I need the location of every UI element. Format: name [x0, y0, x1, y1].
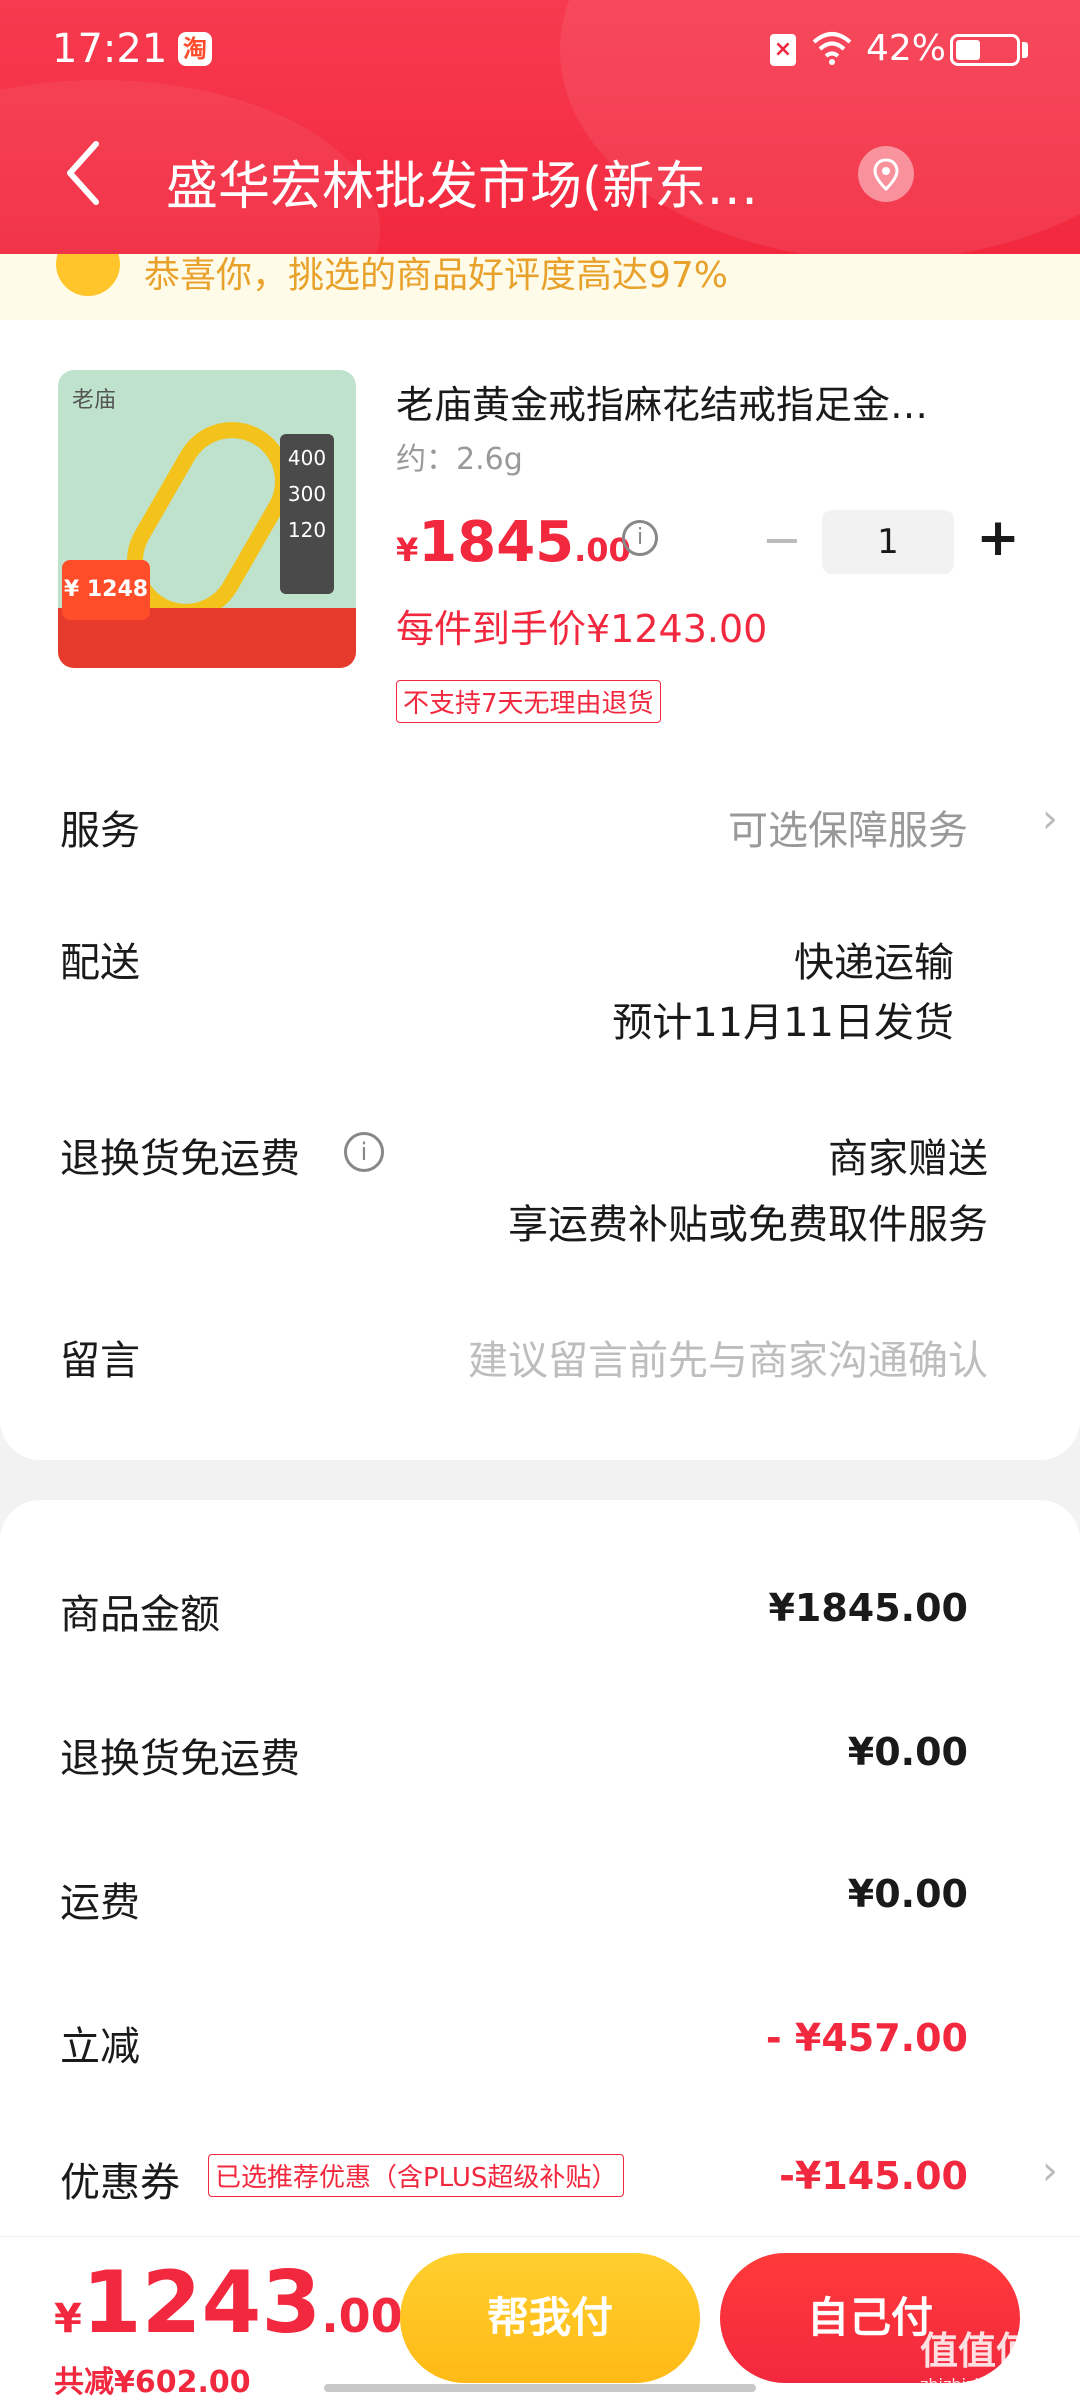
chevron-right-icon[interactable]: ›: [1042, 796, 1058, 842]
coupon-label: 优惠券: [60, 2160, 180, 2206]
unit-final-price: 每件到手价¥1243.00: [396, 607, 768, 651]
praise-banner: 恭喜你，挑选的商品好评度高达97%: [0, 254, 1080, 320]
product-image-price: ¥ 1248: [62, 560, 150, 620]
product-image-logo: 老庙: [72, 388, 117, 413]
service-label: 服务: [60, 808, 140, 854]
no-return-tag: 不支持7天无理由退货: [396, 680, 661, 723]
shipping-value: ¥0.00: [847, 1872, 968, 1916]
total-decimal: .00: [321, 2289, 403, 2343]
price-currency: ¥: [396, 531, 419, 569]
order-card: 老庙 400 300 120 ¥ 1248 老庙黄金戒指麻花结戒指足金… 约：2…: [0, 320, 1080, 1460]
product-image-tags: 400 300 120: [280, 434, 334, 594]
taobao-notification-icon: 淘: [178, 32, 212, 66]
return-fee-value: ¥0.00: [847, 1730, 968, 1774]
header: 17:21 淘 × 42% 盛华宏林批发市场(新东…: [0, 0, 1080, 254]
product-weight: 约：2.6g: [396, 442, 523, 477]
page-title: 盛华宏林批发市场(新东…: [166, 157, 759, 217]
quantity-increase-button[interactable]: +: [974, 508, 1022, 568]
note-label: 留言: [60, 1338, 140, 1384]
total-price: ¥1243.00: [54, 2253, 403, 2353]
checkout-bar: ¥1243.00 共减¥602.00 帮我付 自己付: [0, 2236, 1080, 2401]
price-info-icon[interactable]: i: [622, 520, 658, 556]
help-pay-button[interactable]: 帮我付: [400, 2253, 700, 2383]
sim-card-icon: ×: [770, 34, 796, 66]
price-integer: 1845: [418, 510, 575, 575]
product-name[interactable]: 老庙黄金戒指麻花结戒指足金…: [396, 374, 1006, 429]
instant-discount-value: - ¥457.00: [765, 2016, 968, 2060]
price-summary-card: 商品金额 ¥1845.00 退换货免运费 ¥0.00 运费 ¥0.00 立减 -…: [0, 1500, 1080, 2236]
total-saved: 共减¥602.00: [54, 2365, 251, 2400]
delivery-date: 预计11月11日发货: [612, 1000, 954, 1046]
shipping-label: 运费: [60, 1880, 140, 1926]
location-pin-icon[interactable]: [858, 146, 914, 202]
return-shipping-value: 商家赠送: [828, 1136, 988, 1182]
return-shipping-info-icon[interactable]: i: [344, 1132, 384, 1172]
coupon-value[interactable]: -¥145.00: [779, 2154, 968, 2198]
return-shipping-label: 退换货免运费: [60, 1136, 300, 1182]
service-value[interactable]: 可选保障服务: [728, 798, 968, 856]
wifi-icon: [812, 32, 852, 65]
banner-text: 恭喜你，挑选的商品好评度高达97%: [144, 255, 729, 296]
goods-amount-label: 商品金额: [60, 1592, 220, 1638]
total-currency: ¥: [54, 2296, 82, 2342]
battery-icon: [950, 34, 1020, 66]
quantity-decrease-button[interactable]: −: [760, 512, 804, 568]
coupon-tag: 已选推荐优惠（含PLUS超级补贴）: [208, 2154, 625, 2197]
status-bar: 17:21 淘 × 42%: [0, 0, 1080, 100]
return-shipping-sub: 享运费补贴或免费取件服务: [508, 1202, 988, 1248]
product-image-tag: 300: [287, 482, 327, 506]
battery-cap: [1022, 42, 1028, 58]
back-arrow-icon[interactable]: [58, 138, 108, 208]
goods-amount-value: ¥1845.00: [768, 1586, 968, 1630]
watermark-logo: 值值值 zhizhizhi.com: [920, 2320, 1060, 2394]
watermark-sub: zhizhizhi.com: [920, 2375, 1029, 2394]
smile-badge-icon: [56, 254, 120, 296]
product-image[interactable]: 老庙 400 300 120 ¥ 1248: [58, 370, 356, 668]
product-image-tag: 400: [287, 446, 327, 470]
chevron-right-icon[interactable]: ›: [1042, 2148, 1058, 2194]
delivery-value[interactable]: 快递运输: [794, 930, 954, 988]
product-image-tag: 120: [287, 518, 327, 542]
battery-percent: 42%: [866, 28, 947, 69]
delivery-label: 配送: [60, 940, 140, 986]
instant-discount-label: 立减: [60, 2024, 140, 2070]
note-input[interactable]: 建议留言前先与商家沟通确认: [468, 1328, 988, 1386]
quantity-field[interactable]: 1: [822, 510, 954, 574]
total-integer: 1243: [81, 2253, 322, 2353]
status-time: 17:21: [52, 26, 168, 72]
return-fee-label: 退换货免运费: [60, 1736, 300, 1782]
watermark-text: 值值值: [920, 2329, 1035, 2373]
home-indicator[interactable]: [324, 2384, 756, 2392]
product-price: ¥1845.00: [396, 510, 631, 575]
